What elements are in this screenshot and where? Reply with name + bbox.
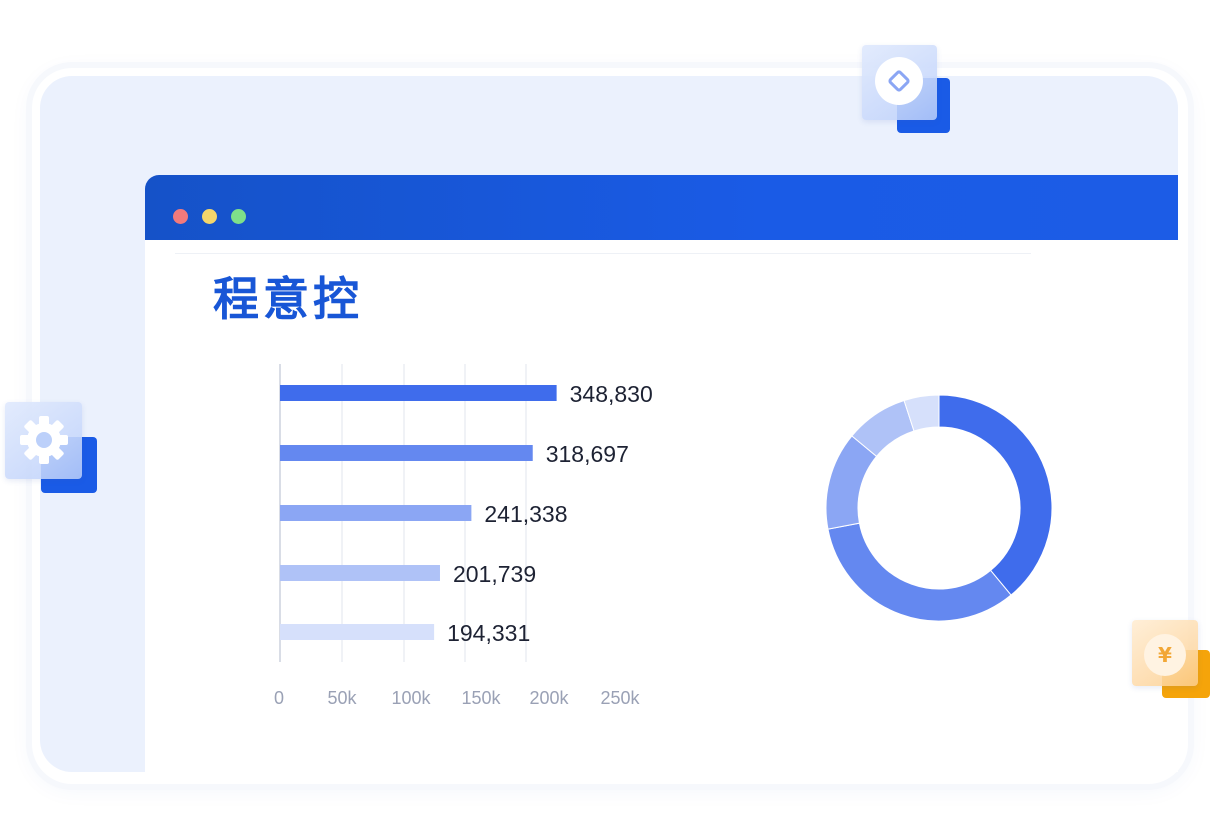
- left-floating-tile: [5, 402, 100, 497]
- top-floating-tile: [862, 45, 952, 135]
- yuan-icon: ¥: [1158, 643, 1172, 667]
- donut-slice: [827, 522, 1012, 622]
- right-floating-tile: ¥: [1132, 620, 1212, 700]
- donut-slice: [938, 394, 1053, 596]
- diamond-icon: [888, 70, 910, 92]
- donut-chart: [825, 394, 1053, 622]
- gear-icon: [20, 416, 68, 464]
